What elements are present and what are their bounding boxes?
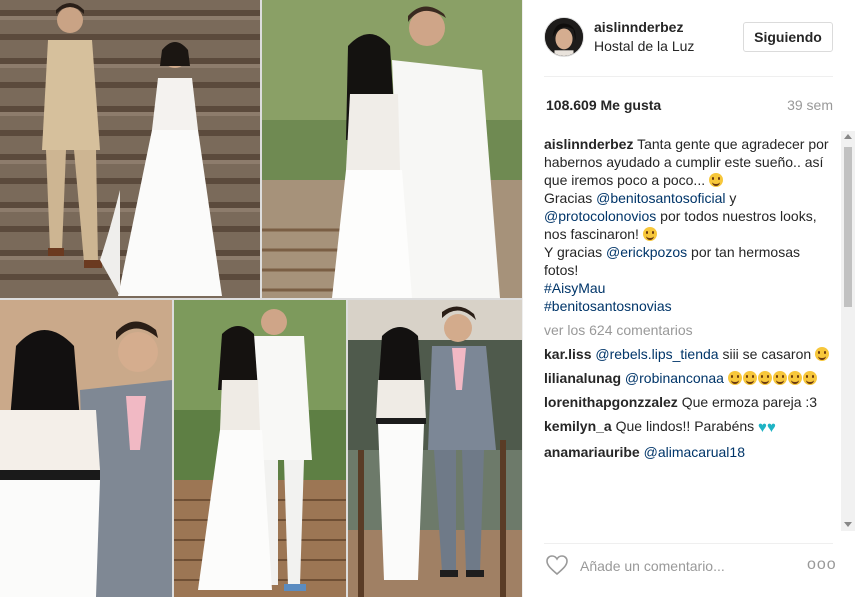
comment-item: anamariauribe @alimacarual18: [544, 443, 836, 461]
post-photo[interactable]: [0, 0, 522, 597]
photo-couple-walkway: [174, 300, 346, 597]
comment-mention[interactable]: @rebels.lips_tienda: [595, 346, 718, 362]
comment-item: lilianalunag @robinanconaa: [544, 369, 836, 387]
view-all-comments[interactable]: ver los 624 comentarios: [544, 321, 836, 339]
heart-eyes-emoji-icon: [727, 371, 742, 385]
heart-eyes-emoji-icon: [742, 371, 757, 385]
smile-emoji-icon: [642, 227, 657, 241]
comment-user[interactable]: kemilyn_a: [544, 418, 612, 434]
location[interactable]: Hostal de la Luz: [594, 38, 694, 54]
post-header: aislinnderbez Hostal de la Luz Siguiendo: [523, 0, 856, 76]
hashtag-2[interactable]: #benitosantosnovias: [544, 298, 672, 314]
caption-mention-1[interactable]: @benitosantosoficial: [596, 190, 725, 206]
smile-emoji-icon: [815, 347, 830, 361]
heart-eyes-emoji-icon: [787, 371, 802, 385]
heart-eyes-emoji-icon: [757, 371, 772, 385]
comments-scrollbar[interactable]: [841, 131, 855, 531]
comment-mention[interactable]: @alimacarual18: [644, 444, 745, 460]
caption-text-5: Y gracias: [544, 244, 603, 260]
photo-couple-closeup: [0, 300, 172, 597]
likes-count[interactable]: 108.609 Me gusta: [546, 97, 661, 113]
more-options-icon[interactable]: ooo: [807, 556, 836, 576]
divider: [544, 543, 833, 544]
comment-user[interactable]: kar.liss: [544, 346, 592, 362]
grinning-emoji-icon: [709, 173, 723, 187]
caption-user[interactable]: aislinnderbez: [544, 136, 633, 152]
comment-item: kemilyn_a Que lindos!! Parabéns ♥♥: [544, 417, 836, 437]
comment-user[interactable]: anamariauribe: [544, 444, 640, 460]
heart-eyes-emoji-icon: [802, 371, 817, 385]
comments-list[interactable]: aislinnderbez Tanta gente que agradecer …: [544, 135, 836, 532]
photo-stairs-couple: [0, 0, 260, 298]
heart-eyes-emoji-icon: [772, 371, 787, 385]
username[interactable]: aislinnderbez: [594, 19, 683, 35]
comment-mention[interactable]: @robinanconaa: [625, 370, 724, 386]
scroll-down-arrow-icon[interactable]: [844, 522, 852, 527]
caption-mention-2[interactable]: @protocolonovios: [544, 208, 656, 224]
post-time[interactable]: 39 sem: [787, 97, 833, 113]
comment-user[interactable]: lorenithapgonzzalez: [544, 394, 678, 410]
comment-item: kar.liss @rebels.lips_tienda siii se cas…: [544, 345, 836, 363]
comment-item: lorenithapgonzzalez Que ermoza pareja :3: [544, 393, 836, 411]
caption-mention-3[interactable]: @erickpozos: [606, 244, 687, 260]
heart-emoji-icon: ♥♥: [758, 419, 776, 436]
post-panel: aislinnderbez Hostal de la Luz Siguiendo…: [522, 0, 856, 597]
scroll-thumb[interactable]: [844, 147, 852, 307]
avatar[interactable]: [544, 17, 584, 57]
scroll-up-arrow-icon[interactable]: [844, 134, 852, 139]
comment-input[interactable]: [580, 556, 800, 576]
hashtag-1[interactable]: #AisyMau: [544, 280, 605, 296]
comment-text: Que lindos!! Parabéns: [615, 418, 755, 434]
heart-outline-icon[interactable]: [545, 554, 569, 576]
caption: aislinnderbez Tanta gente que agradecer …: [544, 135, 836, 315]
likes-row: 108.609 Me gusta 39 sem: [544, 97, 833, 115]
comment-text: Que ermoza pareja :3: [681, 394, 818, 410]
divider: [544, 76, 833, 77]
caption-text-3: y: [729, 190, 737, 206]
photo-couple-embrace: [262, 0, 522, 298]
comment-text: siii se casaron: [722, 346, 812, 362]
caption-text-2: Gracias: [544, 190, 593, 206]
photo-couple-walking: [348, 300, 522, 597]
comment-user[interactable]: lilianalunag: [544, 370, 621, 386]
following-button[interactable]: Siguiendo: [743, 22, 833, 52]
